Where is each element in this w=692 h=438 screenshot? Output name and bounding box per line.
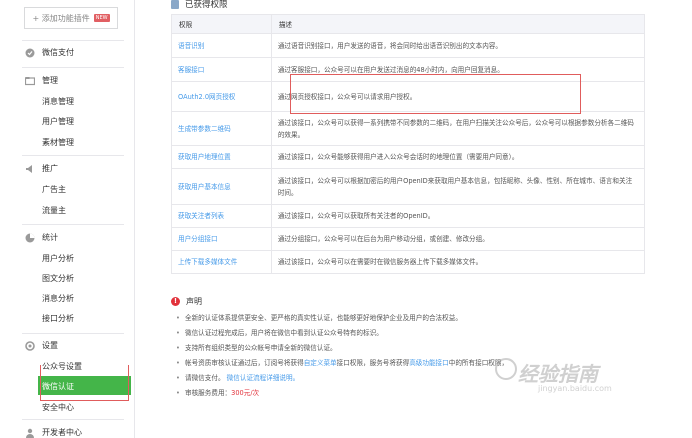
fee-value: 300元/次 [231,389,260,397]
sidebar-item-security-center[interactable]: 安全中心 [42,402,74,413]
table-row: 用户分组接口 通过分组接口，公众号可以在后台为用户移动分组，或创建、修改分组。 [171,227,646,251]
permission-link[interactable]: 获取用户基本信息 [171,168,272,205]
notice-title: ! 声明 [171,296,508,307]
permission-description: 通过该接口，公众号可以根据加密后的用户OpenID来获取用户基本信息，包括昵称、… [270,168,646,205]
column-header-permission: 权限 [171,14,272,34]
person-icon [25,428,35,438]
permission-description: 通过语音识别接口，用户发送的语音，将会同时给出语音识别出的文本内容。 [270,33,646,58]
wechat-pay-icon [25,48,35,58]
divider [22,419,124,420]
sidebar-group-developer[interactable]: 开发者中心 [25,427,82,438]
permission-link[interactable]: 获取关注者列表 [171,204,272,228]
sidebar-group-label: 开发者中心 [42,428,82,437]
highlight-box [40,365,129,401]
pie-chart-icon [25,233,35,243]
sidebar-item-materials[interactable]: 素材管理 [42,137,74,148]
sidebar-group-wechat-pay[interactable]: 微信支付 [25,47,74,58]
sidebar-group-label: 微信支付 [42,48,74,57]
permission-description: 通过该接口，公众号可以在需要时在微信服务器上传下载多媒体文件。 [270,250,646,274]
sidebar-item-publisher[interactable]: 流量主 [42,205,66,216]
sidebar-group-label: 设置 [42,341,58,350]
sidebar-item-advertiser[interactable]: 广告主 [42,184,66,195]
table-row: 语音识别 通过语音识别接口，用户发送的语音，将会同时给出语音识别出的文本内容。 [171,33,646,58]
heading-label: 已获得权限 [185,0,228,10]
permission-link[interactable]: 生成带参数二维码 [171,111,272,146]
lock-icon [171,0,179,9]
section-heading: 已获得权限 [171,0,228,10]
notice-title-label: 声明 [186,297,202,306]
table-header-row: 权限 描述 [171,14,646,34]
sidebar-group-manage: 管理 [24,75,58,86]
sidebar-group-settings: 设置 [25,340,58,351]
permission-link[interactable]: 获取用户地理位置 [171,145,272,169]
notice-item: 支持所有组织类型的公众帐号申请全新的微信认证。 [171,341,508,356]
sidebar-group-label: 管理 [42,76,58,85]
megaphone-icon [25,164,35,174]
divider [22,155,124,156]
sidebar-group-promote: 推广 [25,163,58,174]
sidebar-item-api-analysis[interactable]: 接口分析 [42,313,74,324]
permission-link[interactable]: 用户分组接口 [171,227,272,251]
permission-description: 通过分组接口，公众号可以在后台为用户移动分组，或创建、修改分组。 [270,227,646,251]
sidebar-item-user-analysis[interactable]: 用户分析 [42,253,74,264]
table-row: 上传下载多媒体文件 通过该接口，公众号可以在需要时在微信服务器上传下载多媒体文件… [171,250,646,274]
table-row: 获取用户地理位置 通过该接口，公众号能够获得用户进入公众号会话时的地理位置（需要… [171,145,646,169]
sidebar-item-article-analysis[interactable]: 图文分析 [42,273,74,284]
table-row: 获取关注者列表 通过该接口，公众号可以获取所有关注者的OpenID。 [171,204,646,228]
watermark-url: jingyan.baidu.com [538,384,612,393]
gear-icon [25,340,35,351]
verify-process-link[interactable]: 微信认证流程详细说明。 [227,374,300,382]
permission-description: 通过该接口，公众号可以获取所有关注者的OpenID。 [270,204,646,228]
notice-section: ! 声明 全新的认证体系提供更安全、更严格的真实性认证，也能够更好地保护企业及用… [171,296,508,401]
permission-link[interactable]: 语音识别 [171,33,272,58]
notice-item: 帐号资质审核认证通过后，订阅号将获得自定义菜单接口权限，服务号将获得高级功能接口… [171,356,508,371]
sidebar-item-messages[interactable]: 消息管理 [42,96,74,107]
main-content: 已获得权限 权限 描述 语音识别 通过语音识别接口，用户发送的语音，将会同时给出… [135,0,692,438]
permissions-table: 权限 描述 语音识别 通过语音识别接口，用户发送的语音，将会同时给出语音识别出的… [171,14,646,274]
table-row: 生成带参数二维码 通过该接口，公众号可以获得一系列携带不同参数的二维码，在用户扫… [171,111,646,146]
divider [22,224,124,225]
sidebar-group-label: 统计 [42,233,58,242]
notice-text: 请微信支付。 [185,374,225,382]
advanced-api-link[interactable]: 高级功能接口 [409,359,449,367]
folder-icon [24,76,36,86]
notice-item: 请微信支付。 微信认证流程详细说明。 [171,371,508,386]
highlight-box [290,74,581,114]
notice-list: 全新的认证体系提供更安全、更严格的真实性认证，也能够更好地保护企业及用户的合法权… [171,311,508,401]
permission-description: 通过该接口，公众号能够获得用户进入公众号会话时的地理位置（需要用户同意）。 [270,145,646,169]
sidebar-item-users[interactable]: 用户管理 [42,116,74,127]
warning-icon: ! [171,297,180,306]
watermark-logo [495,358,517,380]
notice-text: 审核服务费用： [185,389,232,397]
permission-link[interactable]: OAuth2.0网页授权 [171,81,272,112]
sidebar-group-label: 推广 [42,164,58,173]
notice-text: 帐号资质审核认证通过后，订阅号将获得 [185,359,304,367]
divider [22,333,124,334]
add-plugin-button[interactable]: + 添加功能插件 NEW [24,7,118,29]
permission-link[interactable]: 上传下载多媒体文件 [171,250,272,274]
new-badge: NEW [93,14,110,22]
permission-description: 通过该接口，公众号可以获得一系列携带不同参数的二维码，在用户扫描关注公众号后，公… [270,111,646,146]
sidebar-item-message-analysis[interactable]: 消息分析 [42,293,74,304]
divider [22,67,124,68]
watermark: 经验指南 [518,362,598,386]
sidebar: + 添加功能插件 NEW 微信支付 管理 消息管理 用户管理 素材管理 推广 广… [0,0,135,438]
notice-item: 审核服务费用：300元/次 [171,386,508,401]
divider [22,40,124,41]
add-plugin-label: + 添加功能插件 [32,13,90,23]
notice-item: 微信认证过程完成后，用户将在微信中看到认证公众号特有的标识。 [171,326,508,341]
custom-menu-link[interactable]: 自定义菜单 [304,359,337,367]
notice-text: 接口权限，服务号将获得 [336,359,410,367]
notice-item: 全新的认证体系提供更安全、更严格的真实性认证，也能够更好地保护企业及用户的合法权… [171,311,508,326]
table-row: 获取用户基本信息 通过该接口，公众号可以根据加密后的用户OpenID来获取用户基… [171,168,646,205]
sidebar-group-stats: 统计 [25,232,58,243]
column-header-description: 描述 [270,14,646,34]
permission-link[interactable]: 客服接口 [171,57,272,82]
